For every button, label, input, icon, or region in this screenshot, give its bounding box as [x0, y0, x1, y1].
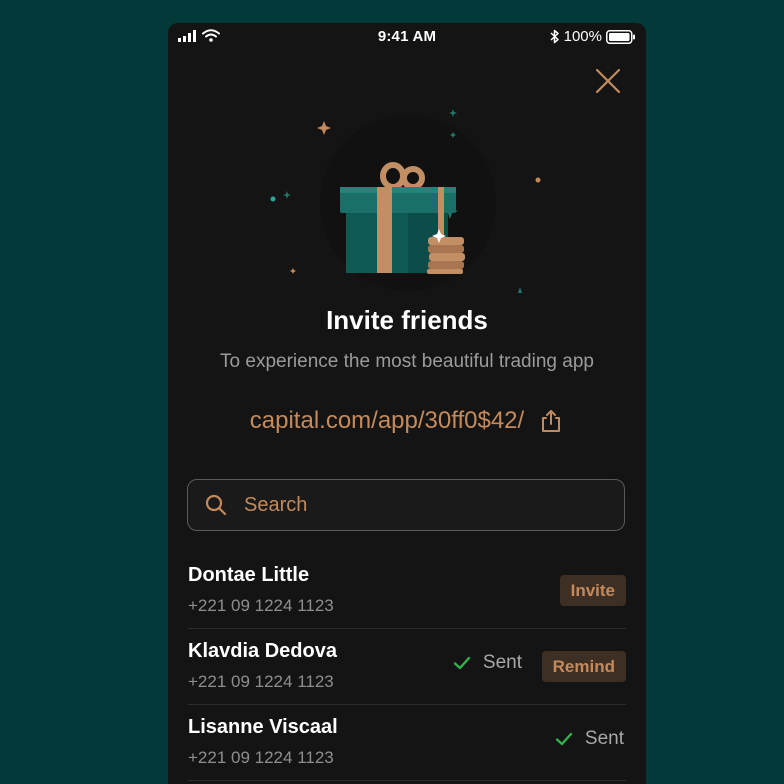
sent-status: Sent [453, 652, 522, 674]
battery-percent: 100% [563, 28, 602, 45]
contact-row: Klavdia Dedova +221 09 1224 1123 Sent Re… [188, 628, 626, 705]
sent-status: Sent [555, 728, 624, 750]
invite-link[interactable]: capital.com/app/30ff0$42/ [250, 407, 524, 435]
contact-row: Dontae Little +221 09 1224 1123 Invite [188, 552, 626, 629]
phone-screen: 9:41 AM 100% Invite friends To experienc… [168, 23, 646, 784]
contact-name: Klavdia Dedova [188, 640, 337, 662]
contact-phone: +221 09 1224 1123 [188, 748, 334, 767]
status-right-group: 100% [550, 28, 636, 45]
sent-label: Sent [584, 728, 624, 749]
share-icon[interactable] [538, 408, 564, 434]
invite-link-row: capital.com/app/30ff0$42/ [168, 407, 646, 435]
gift-illustration [270, 109, 541, 293]
status-bar: 9:41 AM 100% [168, 23, 646, 51]
page-title: Invite friends [326, 305, 488, 335]
sent-label: Sent [482, 652, 522, 673]
invite-button[interactable]: Invite [559, 575, 626, 606]
contact-row: Lisanne Viscaal +221 09 1224 1123 Sent [188, 704, 626, 781]
search-box[interactable] [187, 479, 625, 531]
contact-name: Dontae Little [188, 564, 310, 586]
check-icon [555, 732, 573, 746]
contact-name: Lisanne Viscaal [188, 716, 338, 738]
page-subtitle: To experience the most beautiful trading… [220, 351, 594, 372]
bluetooth-icon [550, 29, 559, 44]
contact-phone: +221 09 1224 1123 [188, 596, 334, 615]
remind-button[interactable]: Remind [541, 651, 626, 682]
close-icon[interactable] [592, 65, 624, 97]
search-input[interactable] [242, 492, 624, 518]
contact-phone: +221 09 1224 1123 [188, 672, 334, 691]
search-icon [205, 494, 227, 516]
check-icon [453, 656, 471, 670]
battery-icon [606, 29, 635, 44]
